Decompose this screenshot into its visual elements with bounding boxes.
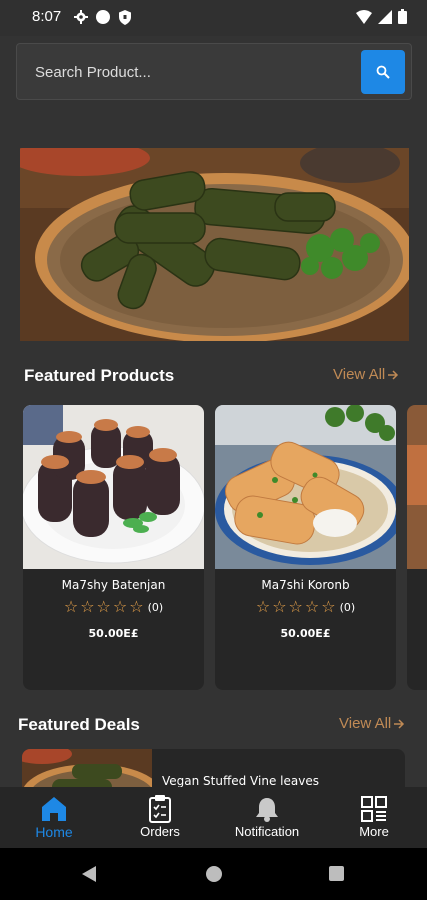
nav-more[interactable]: More: [348, 787, 400, 848]
star-outline-icon: ☆: [255, 597, 271, 616]
star-outline-icon: ☆: [304, 597, 320, 616]
product-image: [23, 405, 204, 569]
search-bar: [16, 43, 412, 100]
arrow-right-icon: [388, 369, 399, 380]
bottom-navigation: Home Orders Notification More: [0, 787, 427, 848]
rating-count: (0): [339, 600, 356, 614]
product-name: Ma7shy Batenjan: [61, 578, 166, 592]
featured-deals-view-all[interactable]: View All: [339, 715, 405, 732]
nav-label: Home: [35, 824, 73, 840]
deal-name: Vegan Stuffed Vine leaves: [162, 774, 319, 788]
recents-icon[interactable]: [329, 866, 344, 881]
back-icon[interactable]: [82, 866, 96, 882]
nav-label: More: [359, 824, 389, 839]
nav-label: Notification: [234, 824, 300, 839]
star-outline-icon: ☆: [96, 597, 111, 616]
star-outline-icon: ☆: [112, 597, 128, 616]
view-all-label: View All: [339, 715, 392, 732]
shield-icon: [119, 9, 131, 25]
featured-deals-title: Featured Deals: [18, 715, 140, 734]
wifi-icon: [356, 9, 372, 24]
star-outline-icon: ☆: [80, 597, 95, 616]
product-price: 50.00E£: [280, 627, 331, 640]
clipboard-icon: [149, 795, 171, 823]
featured-products-title: Featured Products: [24, 366, 175, 385]
status-bar: 8:07: [0, 0, 427, 36]
nav-home[interactable]: Home: [24, 787, 84, 848]
settings-icon: [74, 10, 88, 24]
nav-orders[interactable]: Orders: [130, 787, 190, 848]
rating-count: (0): [147, 600, 164, 614]
search-input[interactable]: [25, 50, 355, 94]
banner-image: [20, 148, 409, 341]
app-screen: Featured Products View All: [0, 36, 427, 848]
search-button[interactable]: [361, 50, 405, 94]
star-outline-icon: ☆: [288, 597, 303, 616]
signal-icon: [378, 9, 392, 24]
circle-icon: [96, 10, 110, 24]
product-card[interactable]: Ma7shy Batenjan ☆ ☆ ☆ ☆ ☆ (0) 50.00E£: [23, 405, 204, 690]
system-navigation-bar: [0, 848, 427, 900]
product-card-peek[interactable]: [407, 405, 427, 690]
status-notification-icons: [74, 9, 132, 25]
product-card[interactable]: Ma7shi Koronb ☆ ☆ ☆ ☆ ☆ (0) 50.00E£: [215, 405, 396, 690]
arrow-right-icon: [394, 718, 405, 729]
home-icon: [42, 797, 66, 821]
star-outline-icon: ☆: [129, 597, 144, 616]
nav-notification[interactable]: Notification: [227, 787, 307, 848]
nav-label: Orders: [140, 824, 180, 839]
product-price: 50.00E£: [88, 627, 139, 640]
grid-icon: [361, 796, 387, 822]
star-outline-icon: ☆: [321, 597, 336, 616]
product-rating: ☆ ☆ ☆ ☆ ☆ (0): [23, 599, 204, 615]
product-name: Ma7shi Koronb: [261, 578, 350, 592]
promo-banner[interactable]: [20, 148, 409, 341]
search-icon: [376, 65, 390, 79]
star-outline-icon: ☆: [272, 597, 287, 616]
battery-icon: [398, 9, 407, 24]
product-image: [215, 405, 396, 569]
star-outline-icon: ☆: [63, 597, 79, 616]
home-circle-icon[interactable]: [205, 865, 223, 883]
featured-products-view-all[interactable]: View All: [333, 366, 399, 383]
status-system-icons: [356, 9, 407, 24]
bell-icon: [256, 798, 278, 822]
status-time: 8:07: [32, 8, 62, 25]
product-rating: ☆ ☆ ☆ ☆ ☆ (0): [215, 599, 396, 615]
view-all-label: View All: [333, 366, 386, 383]
